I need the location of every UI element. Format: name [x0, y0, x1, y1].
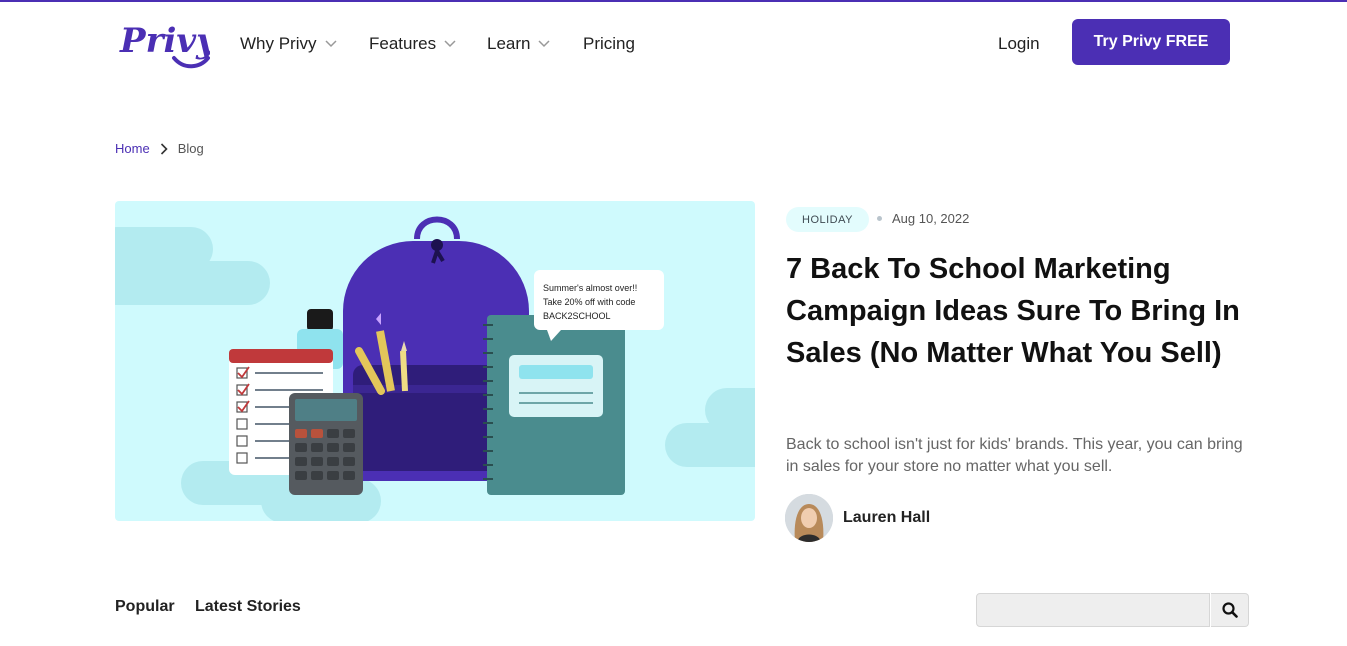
nav-label: Features — [369, 34, 437, 53]
search-icon — [1221, 602, 1238, 618]
nav-learn[interactable]: Learn — [487, 34, 551, 54]
article-excerpt: Back to school isn't just for kids' bran… — [786, 436, 1243, 475]
login-link[interactable]: Login — [998, 34, 1040, 54]
privy-logo[interactable]: Privy — [118, 18, 218, 70]
post-date: Aug 10, 2022 — [892, 211, 970, 226]
nav-label: Learn — [487, 34, 531, 53]
back-to-school-illustration: Summer's almost over!! Take 20% off with… — [115, 216, 755, 521]
chevron-right-icon — [160, 142, 168, 155]
breadcrumb-current: Blog — [177, 141, 204, 156]
search-button[interactable] — [1211, 593, 1249, 627]
nav-features[interactable]: Features — [369, 34, 456, 54]
author-avatar[interactable] — [785, 494, 833, 542]
search-input[interactable] — [976, 593, 1210, 627]
breadcrumb: Home Blog — [115, 141, 204, 156]
author-name[interactable]: Lauren Hall — [843, 509, 930, 527]
logo-wordmark: Privy — [119, 21, 210, 61]
meta-separator — [877, 216, 882, 221]
nav-label: Why Privy — [240, 34, 317, 53]
nav-why-privy[interactable]: Why Privy — [240, 34, 337, 54]
breadcrumb-home[interactable]: Home — [115, 141, 150, 156]
chevron-down-icon — [538, 40, 551, 48]
chevron-down-icon — [324, 40, 337, 48]
bubble-line-1: Summer's almost over!! — [543, 283, 637, 293]
tab-popular[interactable]: Popular — [115, 598, 175, 616]
article-title[interactable]: 7 Back To School Marketing Campaign Idea… — [786, 248, 1246, 374]
chevron-down-icon — [444, 40, 456, 48]
try-free-button[interactable]: Try Privy FREE — [1072, 19, 1230, 65]
nav-label: Pricing — [583, 34, 635, 53]
tab-latest-stories[interactable]: Latest Stories — [195, 598, 301, 616]
nav-pricing[interactable]: Pricing — [583, 34, 635, 54]
bubble-line-2: Take 20% off with code — [543, 297, 635, 307]
category-tag[interactable]: HOLIDAY — [786, 207, 869, 232]
featured-image[interactable]: Summer's almost over!! Take 20% off with… — [115, 201, 755, 521]
bubble-line-3: BACK2SCHOOL — [543, 311, 611, 321]
